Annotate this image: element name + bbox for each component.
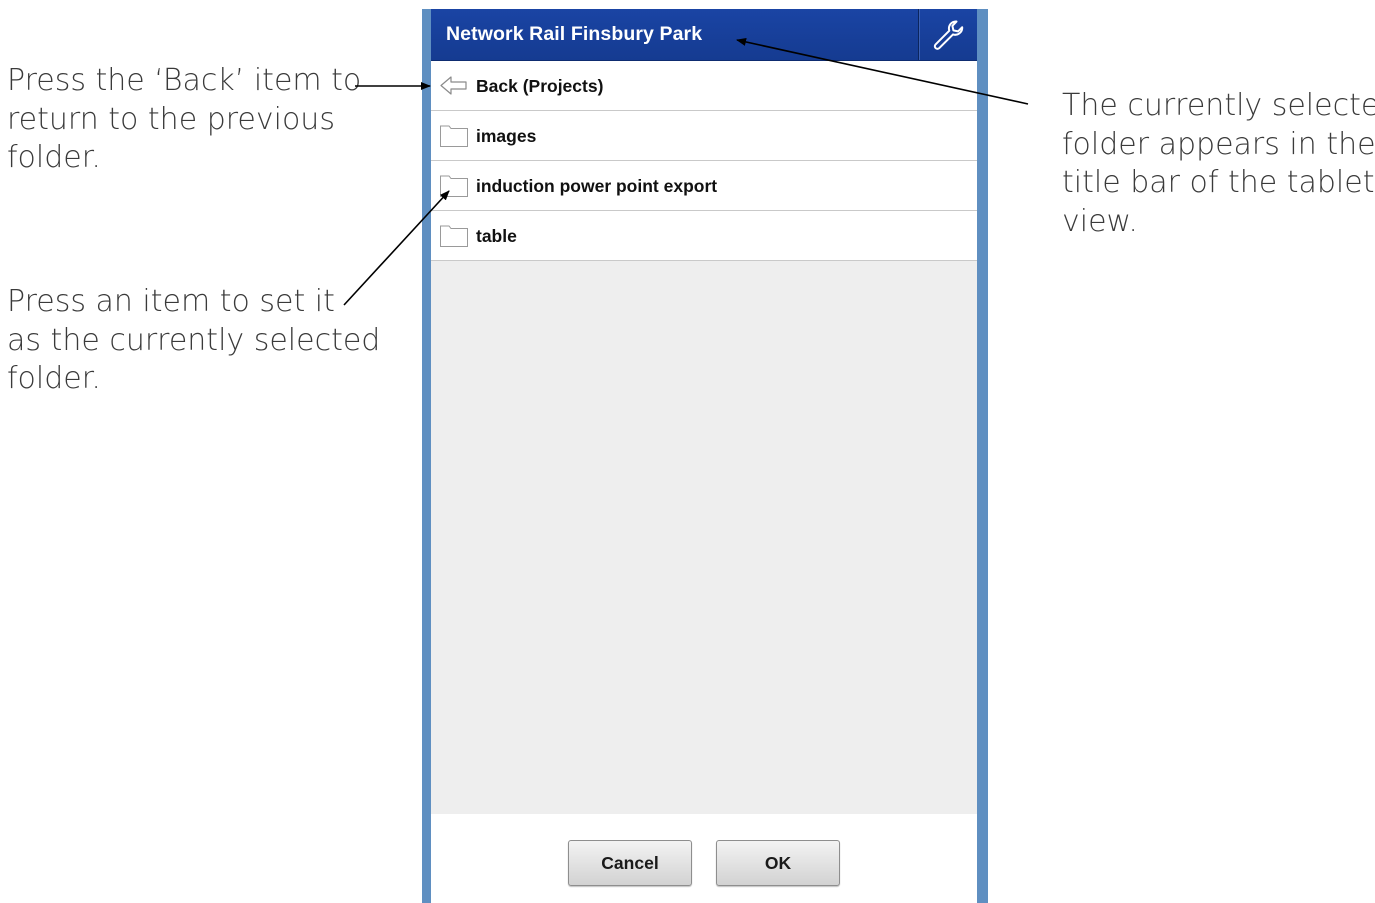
- help-figure: Press the ‘Back’ item to return to the p…: [0, 0, 1375, 903]
- annotation-line: Press the ‘Back’ item to: [7, 63, 362, 98]
- folder-list: Back (Projects) images induction power p…: [431, 61, 977, 261]
- dialog-footer: Cancel OK: [431, 814, 977, 903]
- tablet-frame: Network Rail Finsbury Park Back (Project…: [422, 9, 988, 903]
- annotation-line: folder.: [7, 361, 101, 396]
- annotation-line: folder.: [7, 140, 101, 175]
- back-help-annotation: Press the ‘Back’ item to return to the p…: [7, 62, 361, 178]
- item-help-annotation: Press an item to set it as the currently…: [7, 283, 380, 399]
- settings-button[interactable]: [918, 9, 977, 60]
- folder-item-label: induction power point export: [476, 176, 718, 196]
- folder-item-table[interactable]: table: [431, 211, 977, 261]
- page-title: Network Rail Finsbury Park: [446, 23, 703, 45]
- annotation-line: folder appears in the: [1062, 126, 1375, 162]
- back-item[interactable]: Back (Projects): [431, 61, 977, 111]
- folder-browser-screen: Network Rail Finsbury Park Back (Project…: [431, 9, 977, 903]
- folder-item-label: table: [476, 226, 517, 246]
- annotation-line: as the currently selected: [7, 322, 381, 358]
- back-item-label: Back (Projects): [476, 76, 604, 96]
- folder-icon: [440, 175, 468, 197]
- annotation-line: view.: [1062, 203, 1138, 239]
- ok-button[interactable]: OK: [716, 840, 840, 886]
- folder-icon: [440, 125, 468, 147]
- annotation-line: Press an item to set it: [7, 284, 335, 319]
- wrench-icon: [933, 20, 964, 50]
- annotation-line: title bar of the tablet: [1062, 165, 1375, 200]
- title-help-annotation: The currently selected folder appears in…: [1062, 87, 1375, 241]
- annotation-line: The currently selected: [1062, 88, 1375, 123]
- back-arrow-icon: [440, 76, 467, 95]
- cancel-button[interactable]: Cancel: [568, 840, 692, 886]
- folder-item-images[interactable]: images: [431, 111, 977, 161]
- folder-item-induction-power-point-export[interactable]: induction power point export: [431, 161, 977, 211]
- folder-item-label: images: [476, 126, 537, 146]
- annotation-line: return to the previous: [7, 101, 335, 137]
- folder-icon: [440, 225, 468, 247]
- title-bar: Network Rail Finsbury Park: [431, 9, 977, 61]
